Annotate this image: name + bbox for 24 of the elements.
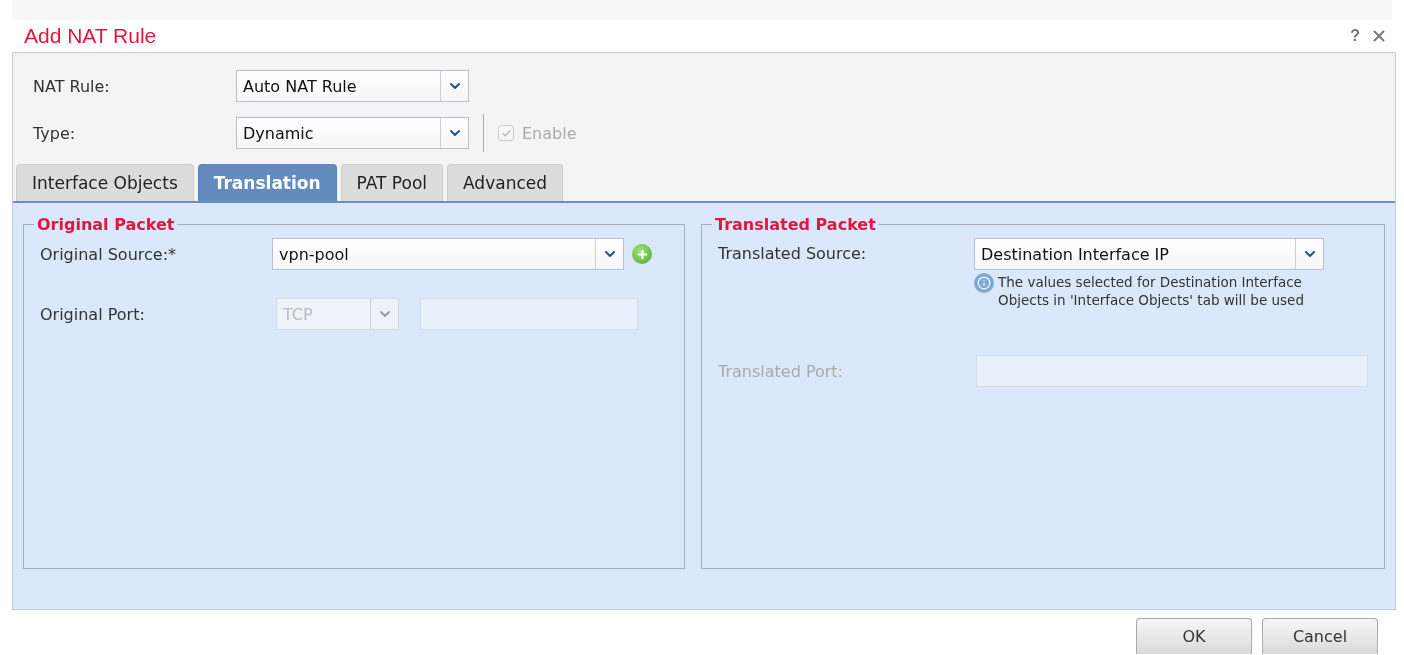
dropdown[interactable]: Auto NAT Rule <box>236 70 469 102</box>
dropdown[interactable]: Destination Interface IP <box>974 238 1324 270</box>
field-label: Original Source:* <box>40 244 178 264</box>
dropdown[interactable]: Dynamic <box>236 117 469 149</box>
group-legend: Original Packet <box>34 215 178 234</box>
field-label: Original Port: <box>40 304 146 324</box>
dialog-title: Add NAT Rule <box>24 24 157 48</box>
info-text: The values selected for Destination Interface Objects in 'Interface Objects' tab will be used <box>998 273 1305 309</box>
field-label: Translated Source: <box>718 244 868 263</box>
check-icon <box>500 127 512 139</box>
field-label: Translated Port: <box>718 361 844 381</box>
field-label: NAT Rule: <box>33 76 111 96</box>
dropdown[interactable]: vpn-pool <box>272 238 624 270</box>
dialog-button[interactable]: Cancel <box>1262 618 1378 654</box>
info-icon <box>974 273 994 293</box>
dialog-button[interactable]: OK <box>1136 618 1252 654</box>
tab[interactable]: Translation <box>197 164 337 201</box>
help-button[interactable]: ? <box>1350 27 1360 45</box>
tab[interactable]: Advanced <box>447 164 563 201</box>
tab[interactable]: PAT Pool <box>340 164 444 201</box>
tab[interactable]: Interface Objects <box>16 164 194 201</box>
field-label: Type: <box>33 123 77 143</box>
group-legend: Translated Packet <box>712 215 879 234</box>
add-icon[interactable] <box>632 244 652 264</box>
